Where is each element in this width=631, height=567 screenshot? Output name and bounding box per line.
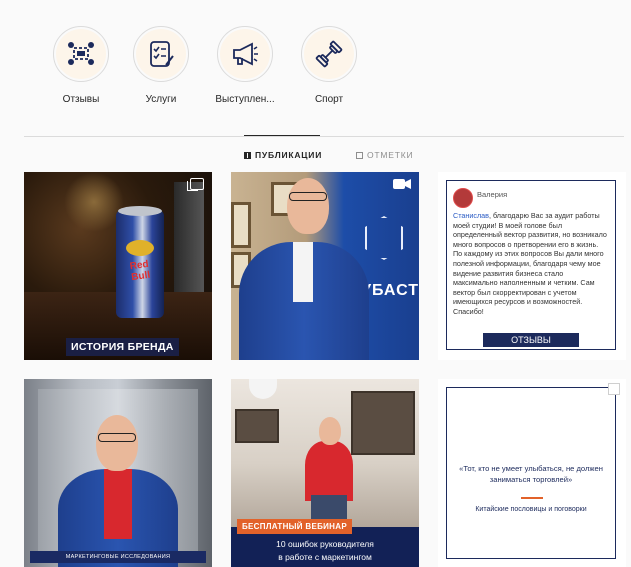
webinar-banner: БЕСПЛАТНЫЙ ВЕБИНАР 10 ошибок руководител… — [231, 519, 419, 567]
carousel-icon — [608, 383, 620, 395]
video-icon — [393, 179, 411, 189]
background-statue — [64, 172, 124, 232]
post-brand-history[interactable]: Red Bull ИСТОРИЯ БРЕНДА — [24, 172, 212, 360]
energy-drink-can: Red Bull — [116, 206, 164, 318]
wall-mirror — [235, 409, 279, 443]
highlight-services[interactable]: Услуги — [122, 26, 200, 105]
active-tab-indicator — [244, 135, 320, 136]
quote-source: Китайские пословицы и поговорки — [475, 506, 587, 513]
tab-tagged[interactable]: ОТМЕТКИ — [356, 150, 413, 160]
tab-publications[interactable]: ПУБЛИКАЦИИ — [244, 150, 322, 160]
post-webinar[interactable]: БЕСПЛАТНЫЙ ВЕБИНАР 10 ошибок руководител… — [231, 379, 419, 567]
dumbbell-icon — [315, 40, 343, 68]
quote-divider — [521, 497, 543, 499]
hexagon-logo — [365, 216, 403, 260]
review-text: Станислав, благодарю Вас за аудит работы… — [453, 211, 609, 317]
checklist-icon — [150, 41, 174, 67]
post-quote[interactable]: «Тот, кто не умеет улыбаться, не должен … — [438, 379, 626, 567]
tagged-icon — [356, 151, 363, 159]
highlight-label: Услуги — [145, 94, 177, 105]
post-caption: ИСТОРИЯ БРЕНДА — [66, 338, 179, 356]
quote-text: «Тот, кто не умеет улыбаться, не должен … — [459, 464, 603, 484]
highlight-label: Выступлен... — [215, 94, 275, 105]
tab-label: ПУБЛИКАЦИИ — [255, 150, 323, 160]
highlight-reviews[interactable]: Отзывы — [42, 26, 120, 105]
reviewer-name: Валерия — [477, 190, 508, 199]
review-card: Валерия Станислав, благодарю Вас за ауди… — [446, 180, 616, 350]
post-marketing-research[interactable]: МАРКЕТИНГОВЫЕ ИССЛЕДОВАНИЯ — [24, 379, 212, 567]
quote-card: «Тот, кто не умеет улыбаться, не должен … — [446, 387, 616, 559]
tabs-divider — [24, 136, 624, 137]
review-body: , благодарю Вас за аудит работы моей сту… — [453, 211, 607, 316]
webinar-tag: БЕСПЛАТНЫЙ ВЕБИНАР — [237, 519, 352, 534]
wall-frame — [231, 202, 251, 248]
highlight-speeches[interactable]: Выступлен... — [206, 26, 284, 105]
webinar-title-line2: в работе с маркетингом — [278, 552, 372, 562]
post-speaker-video[interactable]: ЗУБАСТ — [231, 172, 419, 360]
highlight-label: Спорт — [314, 94, 344, 105]
ceiling-lamp — [249, 379, 277, 399]
grid-icon — [244, 151, 251, 159]
glasses — [289, 192, 327, 201]
highlight-label: Отзывы — [62, 94, 100, 105]
sun-emblem — [126, 240, 154, 256]
profile-page: Отзывы Услуги Выступлен... Спорт ПУБЛИКА… — [0, 0, 631, 567]
post-review[interactable]: Валерия Станислав, благодарю Вас за ауди… — [438, 172, 626, 360]
reviews-button: ОТЗЫВЫ — [483, 333, 579, 347]
users-review-icon — [68, 42, 94, 65]
wall-mirror — [351, 391, 415, 455]
mention: Станислав — [453, 211, 489, 220]
carousel-icon — [187, 178, 204, 191]
highlight-sport[interactable]: Спорт — [290, 26, 368, 105]
tab-label: ОТМЕТКИ — [367, 150, 414, 160]
post-caption: МАРКЕТИНГОВЫЕ ИССЛЕДОВАНИЯ — [30, 551, 206, 563]
avatar — [453, 188, 473, 208]
glasses — [98, 433, 136, 442]
can-brand-text: Red Bull — [129, 258, 151, 284]
megaphone-icon — [233, 42, 258, 66]
webinar-title-line1: 10 ошибок руководителя — [276, 539, 374, 549]
